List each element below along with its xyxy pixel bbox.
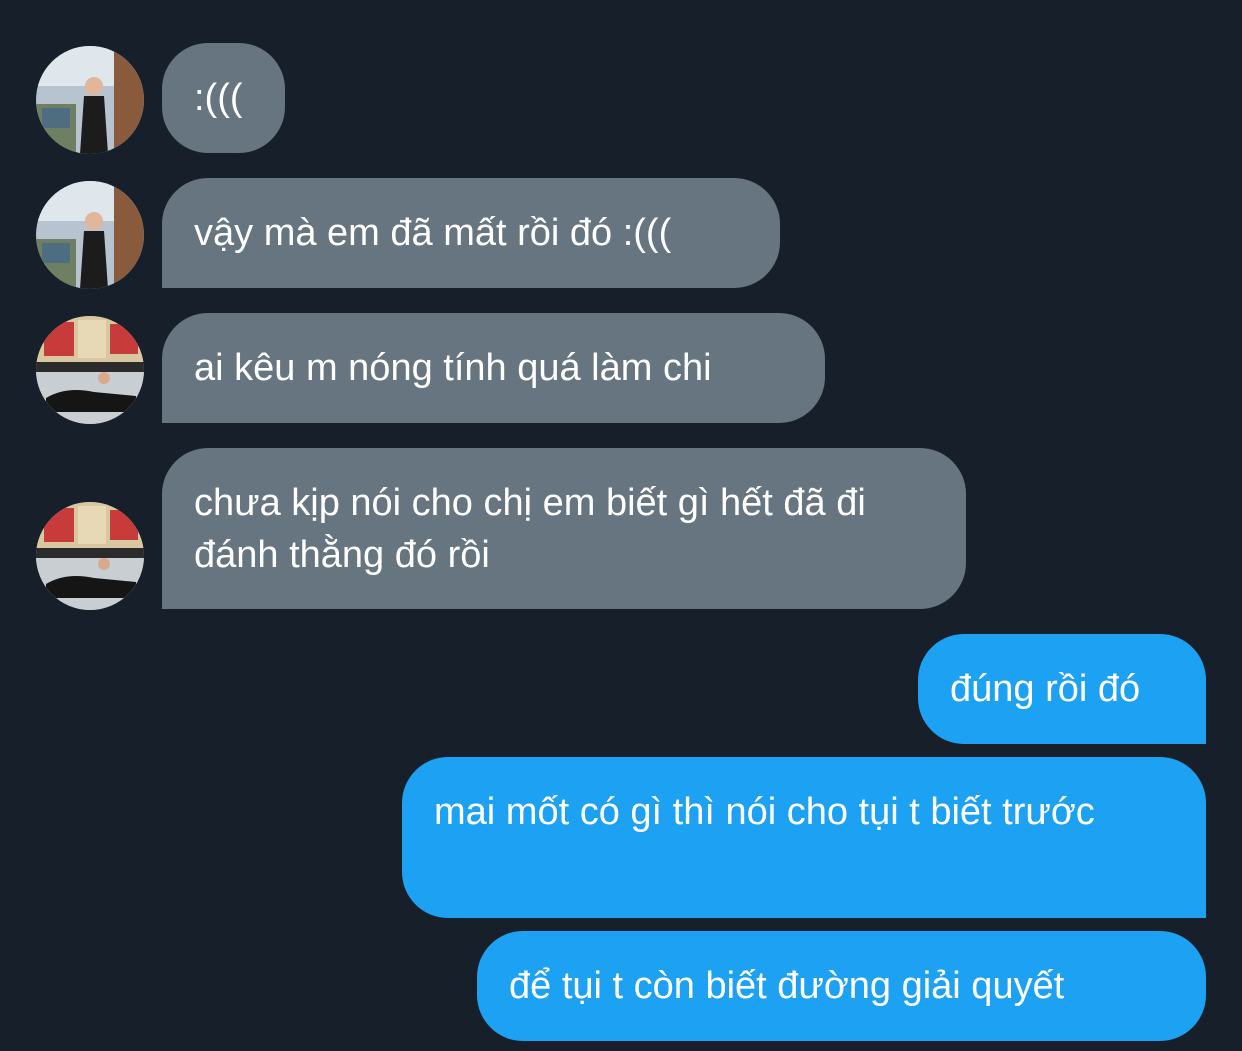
message-bubble[interactable]: đúng rồi đó xyxy=(918,634,1206,744)
avatar-contact-a[interactable] xyxy=(36,46,144,154)
message-text: vậy mà em đã mất rồi đó :((( xyxy=(194,212,672,254)
avatar-contact-b[interactable] xyxy=(36,316,144,424)
message-bubble[interactable]: mai mốt có gì thì nói cho tụi t biết trư… xyxy=(402,757,1206,918)
message-text: để tụi t còn biết đường giải quyết xyxy=(509,965,1065,1007)
message-bubble[interactable]: để tụi t còn biết đường giải quyết xyxy=(477,931,1206,1041)
message-text: mai mốt có gì thì nói cho tụi t biết trư… xyxy=(434,791,1095,833)
message-bubble[interactable]: chưa kịp nói cho chị em biết gì hết đã đ… xyxy=(162,448,966,609)
message-bubble[interactable]: vậy mà em đã mất rồi đó :((( xyxy=(162,178,780,288)
message-text: :((( xyxy=(194,77,243,119)
avatar-contact-b[interactable] xyxy=(36,502,144,610)
message-bubble[interactable]: ai kêu m nóng tính quá làm chi xyxy=(162,313,825,423)
message-text: đúng rồi đó xyxy=(950,668,1141,710)
message-text: ai kêu m nóng tính quá làm chi xyxy=(194,347,712,389)
avatar-contact-a[interactable] xyxy=(36,181,144,289)
message-bubble[interactable]: :((( xyxy=(162,43,285,153)
message-text: chưa kịp nói cho chị em biết gì hết đã đ… xyxy=(194,482,866,576)
